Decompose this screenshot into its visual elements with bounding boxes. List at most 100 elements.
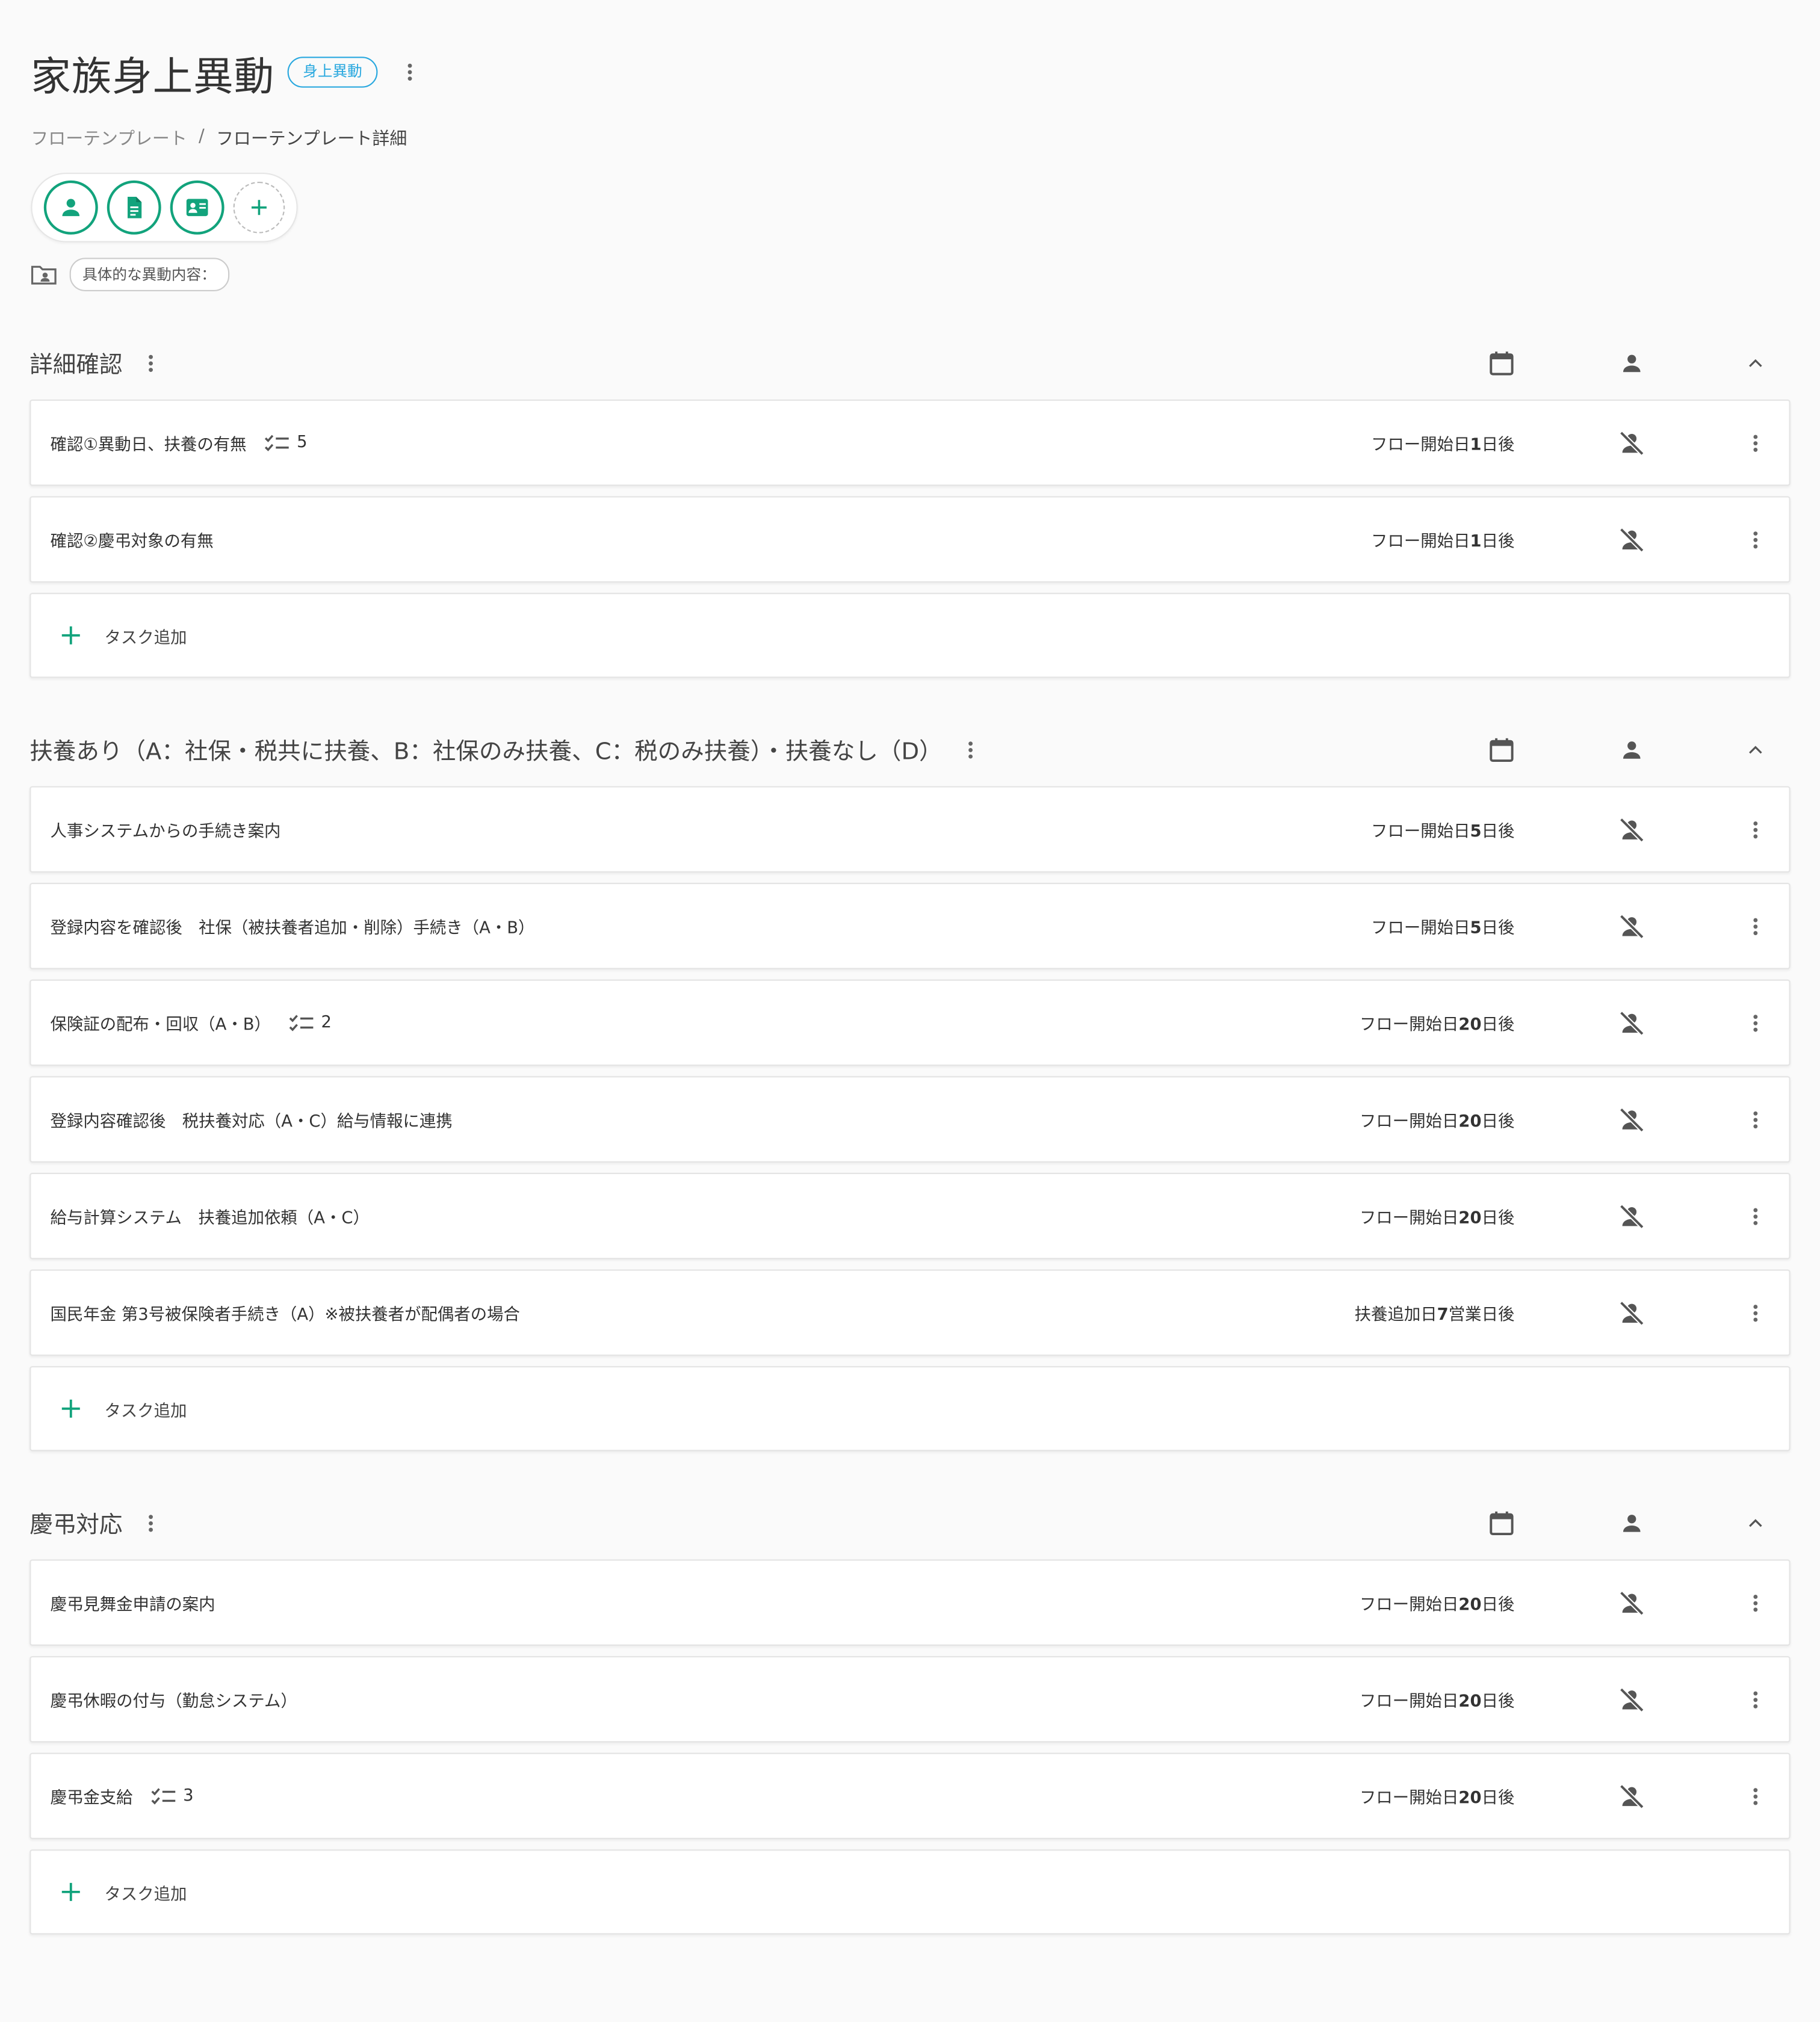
checklist-count: 3: [151, 1786, 194, 1805]
person-button[interactable]: [43, 180, 98, 235]
task-section: 詳細確認 確認①異動日、扶養の有無 5 フロー開始日1日後 確認②慶弔対象の有無 フロー開…: [0, 333, 1820, 678]
due-number: 1: [1470, 435, 1482, 455]
due-suffix: 日後: [1481, 435, 1515, 455]
plus-icon: [61, 1882, 105, 1902]
checklist-icon: [289, 1013, 321, 1031]
no-assignee-icon[interactable]: [1618, 1105, 1646, 1133]
detail-tag-chip[interactable]: 具体的な異動内容：: [69, 258, 229, 292]
task-row[interactable]: 慶弔休暇の付与（勤怠システム） フロー開始日20日後: [29, 1656, 1791, 1743]
contact-card-button[interactable]: [170, 180, 224, 235]
sections-container: 詳細確認 確認①異動日、扶養の有無 5 フロー開始日1日後 確認②慶弔対象の有無 フロー開…: [0, 333, 1820, 1935]
no-assignee-icon[interactable]: [1618, 1202, 1646, 1230]
task-name: 人事システムからの手続き案内: [50, 822, 281, 842]
add-task-button[interactable]: タスク追加: [29, 1366, 1791, 1452]
category-badge: 身上異動: [287, 57, 378, 88]
task-more-icon[interactable]: [1740, 524, 1771, 555]
plus-icon: [61, 1399, 105, 1419]
attachment-pill-bar: [31, 172, 298, 243]
task-name: 国民年金 第3号被保険者手続き（A）※被扶養者が配偶者の場合: [50, 1305, 520, 1325]
due-date: フロー開始日1日後: [1371, 527, 1514, 551]
collapse-chevron-icon[interactable]: [1740, 348, 1771, 379]
task-row[interactable]: 人事システムからの手続き案内 フロー開始日5日後: [29, 786, 1791, 873]
due-number: 20: [1458, 1595, 1482, 1615]
no-assignee-icon[interactable]: [1618, 1685, 1646, 1713]
task-name: 登録内容を確認後 社保（被扶養者追加・削除）手続き（A・B）: [50, 918, 535, 939]
task-row[interactable]: 慶弔見舞金申請の案内 フロー開始日20日後: [29, 1559, 1791, 1646]
add-task-button[interactable]: タスク追加: [29, 593, 1791, 678]
section-more-icon[interactable]: [135, 1508, 166, 1539]
assignee-icon[interactable]: [1617, 735, 1647, 765]
no-assignee-icon[interactable]: [1618, 525, 1646, 554]
due-prefix: フロー開始日: [1359, 1112, 1459, 1132]
checklist-count: 2: [289, 1013, 332, 1032]
add-task-label: タスク追加: [104, 1401, 187, 1421]
due-number: 7: [1437, 1305, 1449, 1325]
title-more-icon[interactable]: [394, 57, 425, 87]
task-row[interactable]: 登録内容確認後 税扶養対応（A・C）給与情報に連携 フロー開始日20日後: [29, 1076, 1791, 1163]
add-attachment-button[interactable]: [233, 181, 285, 233]
task-row[interactable]: 確認②慶弔対象の有無 フロー開始日1日後: [29, 496, 1791, 583]
task-name: 給与計算システム 扶養追加依頼（A・C）: [50, 1208, 370, 1228]
calendar-icon[interactable]: [1486, 348, 1517, 379]
checklist-count-value: 2: [321, 1013, 332, 1033]
task-more-icon[interactable]: [1740, 427, 1771, 458]
section-more-icon[interactable]: [135, 348, 166, 379]
document-icon: [128, 196, 142, 218]
checklist-count-value: 3: [183, 1786, 194, 1806]
task-section: 慶弔対応 慶弔見舞金申請の案内 フロー開始日20日後 慶弔休暇の付与（勤怠システム）フ…: [0, 1492, 1820, 1935]
task-more-icon[interactable]: [1740, 1684, 1771, 1714]
page: 家族身上異動 身上異動 フローテンプレート / フローテンプレート詳細 具体的な…: [0, 0, 1820, 2022]
task-row[interactable]: 保険証の配布・回収（A・B） 2 フロー開始日20日後: [29, 979, 1791, 1066]
due-date: フロー開始日20日後: [1360, 1784, 1514, 1808]
task-name: 慶弔金支給: [50, 1789, 133, 1808]
task-row[interactable]: 慶弔金支給 3 フロー開始日20日後: [29, 1752, 1791, 1840]
no-assignee-icon[interactable]: [1618, 912, 1646, 940]
title-row: 家族身上異動 身上異動: [31, 46, 1789, 100]
task-more-icon[interactable]: [1740, 814, 1771, 844]
task-row[interactable]: 給与計算システム 扶養追加依頼（A・C） フロー開始日20日後: [29, 1172, 1791, 1260]
folder-account-icon: [31, 264, 57, 285]
task-more-icon[interactable]: [1740, 1781, 1771, 1811]
due-date: フロー開始日5日後: [1371, 914, 1514, 938]
task-more-icon[interactable]: [1740, 1587, 1771, 1618]
task-row[interactable]: 国民年金 第3号被保険者手続き（A）※被扶養者が配偶者の場合 扶養追加日7営業日後: [29, 1269, 1791, 1356]
task-more-icon[interactable]: [1740, 1007, 1771, 1038]
due-date: フロー開始日5日後: [1371, 817, 1514, 841]
assignee-icon[interactable]: [1617, 1508, 1647, 1539]
task-name: 慶弔休暇の付与（勤怠システム）: [50, 1692, 297, 1712]
task-name: 慶弔見舞金申請の案内: [50, 1595, 215, 1615]
no-assignee-icon[interactable]: [1618, 428, 1646, 457]
no-assignee-icon[interactable]: [1618, 1589, 1646, 1617]
calendar-icon[interactable]: [1486, 1508, 1517, 1539]
no-assignee-icon[interactable]: [1618, 1782, 1646, 1810]
add-task-button[interactable]: タスク追加: [29, 1849, 1791, 1935]
task-more-icon[interactable]: [1740, 1297, 1771, 1328]
calendar-icon[interactable]: [1486, 735, 1517, 765]
due-prefix: フロー開始日: [1359, 1692, 1459, 1712]
add-task-label: タスク追加: [104, 1885, 187, 1905]
person-icon: [62, 199, 80, 217]
no-assignee-icon[interactable]: [1618, 1009, 1646, 1037]
task-more-icon[interactable]: [1740, 911, 1771, 941]
tag-row: 具体的な異動内容：: [31, 258, 1789, 292]
no-assignee-icon[interactable]: [1618, 815, 1646, 844]
task-name: 確認②慶弔対象の有無: [50, 532, 214, 552]
no-assignee-icon[interactable]: [1618, 1299, 1646, 1327]
document-button[interactable]: [107, 180, 161, 235]
collapse-chevron-icon[interactable]: [1740, 735, 1771, 765]
collapse-chevron-icon[interactable]: [1740, 1508, 1771, 1539]
task-row[interactable]: 登録内容を確認後 社保（被扶養者追加・削除）手続き（A・B） フロー開始日5日後: [29, 882, 1791, 969]
section-more-icon[interactable]: [955, 735, 986, 765]
task-more-icon[interactable]: [1740, 1104, 1771, 1134]
due-number: 5: [1470, 918, 1482, 939]
section-header: 扶養あり（A：社保・税共に扶養、B：社保のみ扶養、C：税のみ扶養）・扶養なし（D…: [29, 719, 1790, 781]
breadcrumb-link-flow-templates[interactable]: フローテンプレート: [31, 124, 187, 149]
breadcrumb: フローテンプレート / フローテンプレート詳細: [31, 124, 1789, 150]
due-prefix: フロー開始日: [1359, 1208, 1459, 1228]
assignee-icon[interactable]: [1617, 348, 1647, 379]
task-row[interactable]: 確認①異動日、扶養の有無 5 フロー開始日1日後: [29, 399, 1791, 486]
add-task-label: タスク追加: [104, 628, 187, 648]
task-name: 確認①異動日、扶養の有無: [50, 435, 247, 455]
task-more-icon[interactable]: [1740, 1201, 1771, 1231]
section-title: 扶養あり（A：社保・税共に扶養、B：社保のみ扶養、C：税のみ扶養）・扶養なし（D…: [29, 738, 942, 766]
